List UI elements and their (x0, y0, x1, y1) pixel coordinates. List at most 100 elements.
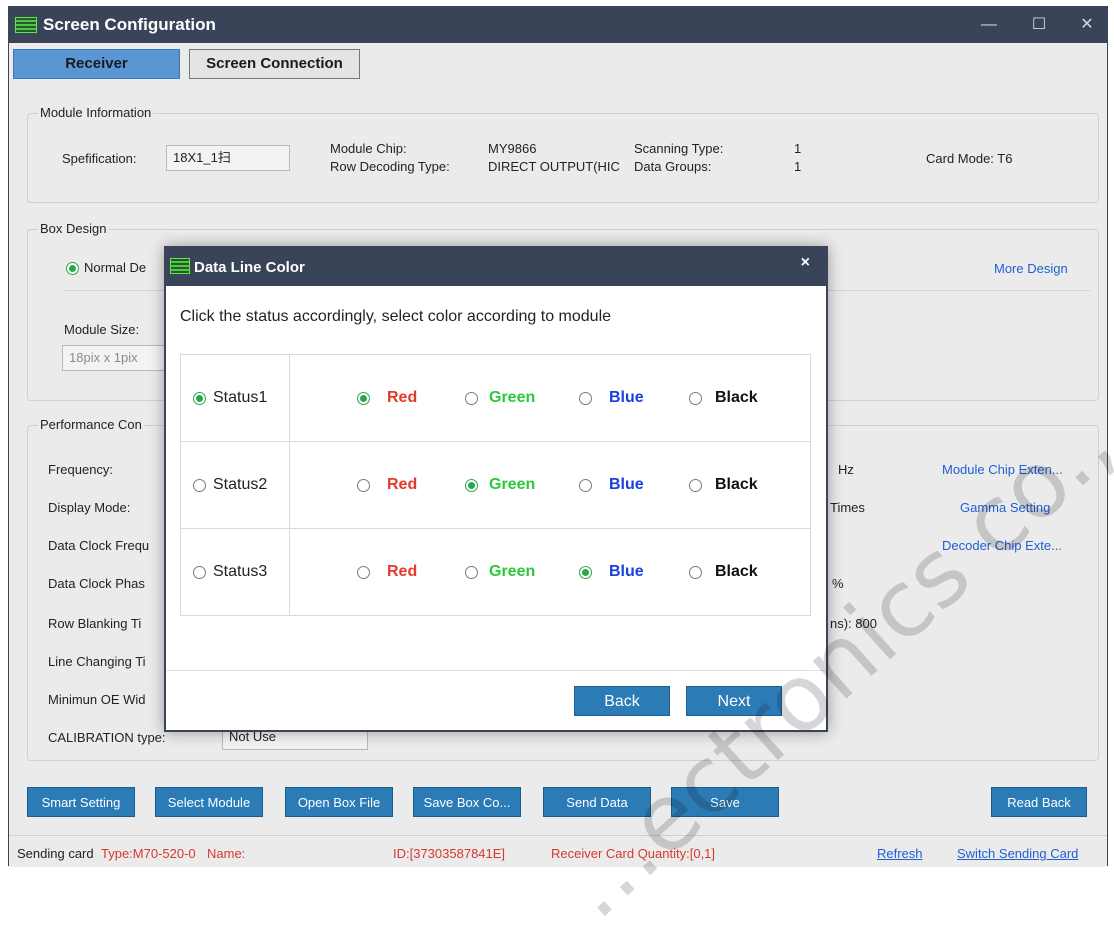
module-size-field: 18pix x 1pix (62, 345, 170, 371)
black-label: Black (715, 389, 758, 406)
status1-black-radio[interactable] (689, 392, 702, 405)
data-clock-phase-label: Data Clock Phas (48, 576, 145, 591)
status3-green-radio[interactable] (465, 566, 478, 579)
status3-black-radio[interactable] (689, 566, 702, 579)
tab-screen-connection[interactable]: Screen Connection (189, 49, 360, 79)
display-mode-unit: Times (830, 500, 865, 515)
module-chip-value: MY9866 (488, 141, 537, 156)
open-box-file-button[interactable]: Open Box File (285, 787, 393, 817)
next-button[interactable]: Next (686, 686, 782, 716)
row-decoding-label: Row Decoding Type: (330, 159, 450, 174)
blue-label: Blue (609, 476, 644, 493)
status1-label: Status1 (213, 389, 268, 406)
more-design-link[interactable]: More Design (994, 261, 1068, 276)
group-title: Performance Con (38, 417, 144, 432)
group-title: Box Design (38, 221, 109, 236)
minimize-button[interactable]: — (967, 11, 1011, 39)
status2-red-radio[interactable] (357, 479, 370, 492)
refresh-link[interactable]: Refresh (877, 846, 923, 861)
sending-card-type: Type:M70-520-0 (101, 846, 196, 861)
tab-receiver[interactable]: Receiver (13, 49, 180, 79)
close-button[interactable]: ✕ (1065, 11, 1109, 39)
data-clock-phase-unit: % (832, 576, 844, 591)
specification-label: Spefification: (62, 151, 137, 166)
back-button[interactable]: Back (574, 686, 670, 716)
frequency-label: Frequency: (48, 462, 114, 477)
status-row-3: Status3 Red Green Blue Black (181, 529, 810, 616)
data-line-color-dialog: Data Line Color × Click the status accor… (164, 246, 828, 732)
read-back-button[interactable]: Read Back (991, 787, 1087, 817)
status1-red-radio[interactable] (357, 392, 370, 405)
red-label: Red (387, 389, 418, 406)
group-title: Module Information (38, 105, 154, 120)
app-logo-icon (15, 17, 37, 33)
blue-label: Blue (609, 563, 644, 580)
gamma-setting-link[interactable]: Gamma Setting (960, 500, 1050, 515)
status1-green-radio[interactable] (465, 392, 478, 405)
send-data-button[interactable]: Send Data (543, 787, 651, 817)
green-label: Green (489, 476, 536, 493)
red-label: Red (387, 563, 418, 580)
normal-design-label: Normal De (84, 260, 147, 275)
module-chip-label: Module Chip: (330, 141, 407, 156)
data-clock-frequency-label: Data Clock Frequ (48, 538, 150, 553)
sending-card-name: Name: (207, 846, 246, 861)
smart-setting-button[interactable]: Smart Setting (27, 787, 135, 817)
display-mode-label: Display Mode: (48, 500, 131, 515)
status2-black-radio[interactable] (689, 479, 702, 492)
window-title: Screen Configuration (43, 15, 216, 34)
divider (289, 529, 290, 616)
dialog-instruction: Click the status accordingly, select col… (180, 308, 612, 325)
line-changing-label: Line Changing Ti (48, 654, 146, 669)
status2-radio[interactable] (193, 479, 206, 492)
red-label: Red (387, 476, 418, 493)
row-blanking-label: Row Blanking Ti (48, 616, 142, 631)
divider (289, 442, 290, 528)
module-information-group: Module Information Spefification: 18X1_1… (27, 105, 1099, 203)
save-button[interactable]: Save (671, 787, 779, 817)
status1-blue-radio[interactable] (579, 392, 592, 405)
scanning-type-label: Scanning Type: (634, 141, 724, 156)
maximize-button[interactable]: ☐ (1017, 11, 1061, 39)
status-row-1: Status1 Red Green Blue Black (181, 355, 810, 442)
save-box-config-button[interactable]: Save Box Co... (413, 787, 521, 817)
switch-sending-card-link[interactable]: Switch Sending Card (957, 846, 1078, 861)
status3-red-radio[interactable] (357, 566, 370, 579)
title-bar: Screen Configuration — ☐ ✕ (9, 7, 1107, 43)
sending-card-id: ID:[37303587841E] (393, 846, 506, 861)
status2-blue-radio[interactable] (579, 479, 592, 492)
frequency-unit: Hz (838, 462, 854, 477)
data-groups-label: Data Groups: (634, 159, 712, 174)
module-chip-extension-link[interactable]: Module Chip Exten... (942, 462, 1063, 477)
divider (289, 355, 290, 441)
status2-green-radio[interactable] (465, 479, 478, 492)
calibration-type-label: CALIBRATION type: (48, 730, 166, 745)
select-module-button[interactable]: Select Module (155, 787, 263, 817)
module-size-label: Module Size: (64, 322, 140, 337)
black-label: Black (715, 476, 758, 493)
specification-field: 18X1_1扫 (166, 145, 290, 171)
sending-card-label: Sending card (17, 846, 94, 861)
dialog-title-bar: Data Line Color × (166, 248, 826, 286)
status-row-2: Status2 Red Green Blue Black (181, 442, 810, 529)
row-blanking-value: ns): 800 (830, 616, 877, 631)
row-decoding-value: DIRECT OUTPUT(HIC (488, 159, 620, 174)
dialog-close-button[interactable]: × (801, 254, 810, 272)
data-groups-value: 1 (794, 159, 802, 174)
dialog-footer-divider (166, 670, 826, 671)
green-label: Green (489, 563, 536, 580)
normal-design-radio[interactable] (66, 262, 79, 275)
tab-bar: Receiver Screen Connection (9, 43, 1107, 83)
receiver-card-quantity: Receiver Card Quantity:[0,1] (551, 846, 716, 861)
decoder-chip-extension-link[interactable]: Decoder Chip Exte... (942, 538, 1062, 553)
status1-radio[interactable] (193, 392, 206, 405)
blue-label: Blue (609, 389, 644, 406)
status3-blue-radio[interactable] (579, 566, 592, 579)
status3-label: Status3 (213, 563, 268, 580)
status2-label: Status2 (213, 476, 268, 493)
black-label: Black (715, 563, 758, 580)
status3-radio[interactable] (193, 566, 206, 579)
status-color-grid: Status1 Red Green Blue Black Status2 Red… (180, 354, 811, 616)
minimum-oe-width-label: Minimun OE Wid (48, 692, 146, 707)
card-mode: Card Mode: T6 (926, 151, 1013, 166)
